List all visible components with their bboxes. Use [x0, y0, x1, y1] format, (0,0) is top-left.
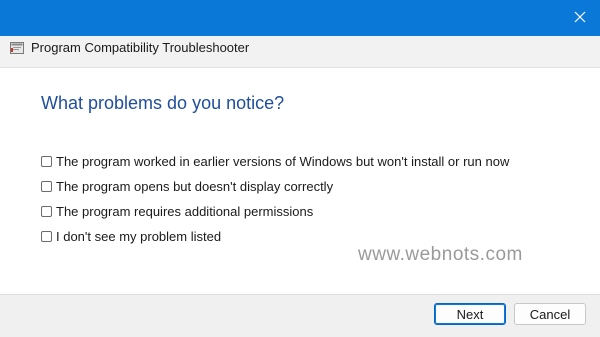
troubleshooter-window: Program Compatibility Troubleshooter Wha… [0, 0, 600, 337]
option-label: I don't see my problem listed [56, 228, 222, 244]
cancel-button[interactable]: Cancel [514, 303, 586, 325]
option-display-incorrectly[interactable]: The program opens but doesn't display co… [41, 177, 333, 195]
option-additional-permissions[interactable]: The program requires additional permissi… [41, 202, 313, 220]
checkbox[interactable] [41, 180, 52, 192]
option-label: The program opens but doesn't display co… [56, 178, 334, 194]
close-button[interactable] [566, 4, 594, 30]
checkbox[interactable] [41, 205, 52, 217]
dialog-title: Program Compatibility Troubleshooter [31, 40, 250, 55]
close-icon [574, 11, 586, 23]
troubleshooter-app-icon [10, 42, 24, 54]
next-button[interactable]: Next [434, 303, 506, 325]
watermark-text: www.webnots.com [358, 244, 523, 265]
checkbox[interactable] [41, 155, 52, 167]
option-problem-not-listed[interactable]: I don't see my problem listed [41, 227, 221, 245]
option-label: The program worked in earlier versions o… [56, 153, 510, 169]
checkbox[interactable] [41, 230, 52, 242]
dialog-footer [0, 294, 600, 337]
option-label: The program requires additional permissi… [56, 203, 314, 219]
option-install-or-run[interactable]: The program worked in earlier versions o… [41, 152, 509, 170]
page-heading: What problems do you notice? [41, 93, 285, 113]
